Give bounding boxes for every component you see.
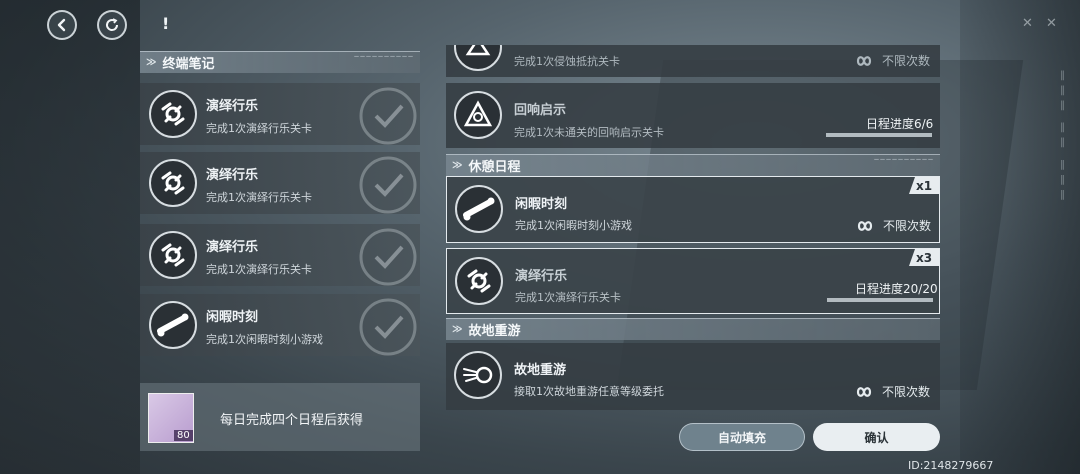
card-desc: 完成1次演绎行乐关卡 — [206, 263, 312, 276]
chevron-left-icon — [57, 18, 66, 32]
check-icon — [359, 87, 417, 145]
unlimited-label: 不限次数 — [853, 217, 931, 234]
schedule-slot[interactable]: 演绎行乐 完成1次演绎行乐关卡 — [140, 224, 420, 286]
section-header-terminal-notes: ≫ 终端笔记 —————————— — [140, 51, 420, 73]
card-title: 闲暇时刻 — [515, 197, 568, 212]
alert-mark: ! — [162, 14, 170, 33]
unlimited-label: 不限次数 — [852, 383, 930, 400]
progress-bar — [826, 133, 932, 137]
progress-fill — [826, 133, 932, 137]
echo-triangle-icon — [454, 91, 502, 139]
section-title: 终端笔记 — [162, 57, 215, 72]
performance-icon — [149, 90, 197, 138]
daily-reward: 80 每日完成四个日程后获得 — [140, 383, 420, 451]
performance-icon — [455, 257, 503, 305]
refresh-icon — [106, 18, 119, 31]
schedule-card-leisure[interactable]: x1 闲暇时刻 完成1次闲暇时刻小游戏 不限次数 — [446, 176, 940, 243]
count-badge: x1 — [909, 177, 939, 194]
unlimited-text: 不限次数 — [882, 385, 931, 399]
card-desc: 完成1次闲暇时刻小游戏 — [515, 219, 632, 232]
check-icon — [359, 228, 417, 286]
back-button[interactable] — [47, 10, 77, 40]
double-chevron-icon: ≫ — [146, 57, 157, 68]
card-title: 闲暇时刻 — [206, 310, 259, 325]
section-header-revisit: ≫ 故地重游 — [446, 318, 940, 340]
reward-count: 80 — [174, 430, 193, 441]
refresh-button[interactable] — [97, 10, 127, 40]
card-desc: 完成1次演绎行乐关卡 — [206, 122, 312, 135]
section-title: 故地重游 — [468, 324, 521, 339]
deco-cross-icon: ✕ — [1022, 16, 1033, 31]
comet-icon — [454, 351, 502, 399]
schedule-card-performance[interactable]: x3 演绎行乐 完成1次演绎行乐关卡 日程进度20/20 — [446, 248, 940, 314]
bone-icon — [455, 185, 503, 233]
card-desc: 完成1次闲暇时刻小游戏 — [206, 333, 323, 346]
check-icon — [359, 156, 417, 214]
progress-label: 日程进度6/6 — [866, 117, 934, 131]
card-desc: 完成1次演绎行乐关卡 — [206, 191, 312, 204]
card-title: 回响启示 — [514, 103, 567, 118]
unlimited-label: 不限次数 — [852, 52, 930, 69]
performance-icon — [149, 159, 197, 207]
card-desc: 完成1次未通关的回响启示关卡 — [514, 126, 664, 139]
schedule-card-erosion[interactable]: 完成1次侵蚀抵抗关卡 不限次数 — [446, 45, 940, 77]
double-chevron-icon: ≫ — [452, 324, 463, 335]
schedule-card-revisit[interactable]: 故地重游 接取1次故地重游任意等级委托 不限次数 — [446, 343, 940, 410]
card-title: 演绎行乐 — [206, 240, 259, 255]
unlimited-text: 不限次数 — [882, 54, 931, 68]
count-badge: x3 — [909, 249, 939, 266]
infinity-icon — [856, 386, 872, 397]
schedule-card-echo[interactable]: 回响启示 完成1次未通关的回响启示关卡 日程进度6/6 — [446, 83, 940, 148]
deco-cross-icon: ✕ — [1046, 16, 1057, 31]
section-title: 休憩日程 — [468, 160, 521, 175]
progress-bar — [827, 298, 933, 302]
card-title: 故地重游 — [514, 363, 567, 378]
progress-fill — [827, 298, 933, 302]
card-title: 演绎行乐 — [206, 168, 259, 183]
section-header-rest: ≫ 休憩日程 —————————— — [446, 154, 940, 176]
erosion-icon — [454, 45, 502, 71]
schedule-slot[interactable]: 演绎行乐 完成1次演绎行乐关卡 — [140, 83, 420, 145]
card-desc: 完成1次演绎行乐关卡 — [515, 291, 621, 304]
infinity-icon — [857, 220, 873, 231]
performance-icon — [149, 231, 197, 279]
check-icon — [359, 298, 417, 356]
unlimited-text: 不限次数 — [883, 219, 932, 233]
background-left-band — [0, 0, 140, 474]
bone-icon — [149, 301, 197, 349]
reward-text: 每日完成四个日程后获得 — [220, 413, 364, 428]
card-desc: 接取1次故地重游任意等级委托 — [514, 385, 664, 398]
user-id: ID:2148279667 — [908, 459, 994, 472]
confirm-button[interactable]: 确认 — [813, 423, 940, 451]
auto-fill-button[interactable]: 自动填充 — [679, 423, 805, 451]
side-decoration: ‖‖‖ ‖‖ ‖‖‖ — [1057, 70, 1068, 205]
progress-label: 日程进度20/20 — [855, 282, 938, 296]
section-code: —————————— — [874, 157, 934, 163]
section-code: —————————— — [354, 54, 414, 60]
card-title: 演绎行乐 — [515, 269, 568, 284]
schedule-slot[interactable]: 演绎行乐 完成1次演绎行乐关卡 — [140, 152, 420, 214]
double-chevron-icon: ≫ — [452, 160, 463, 171]
card-desc: 完成1次侵蚀抵抗关卡 — [514, 55, 620, 68]
infinity-icon — [856, 55, 872, 66]
card-title: 演绎行乐 — [206, 99, 259, 114]
schedule-slot[interactable]: 闲暇时刻 完成1次闲暇时刻小游戏 — [140, 294, 420, 356]
